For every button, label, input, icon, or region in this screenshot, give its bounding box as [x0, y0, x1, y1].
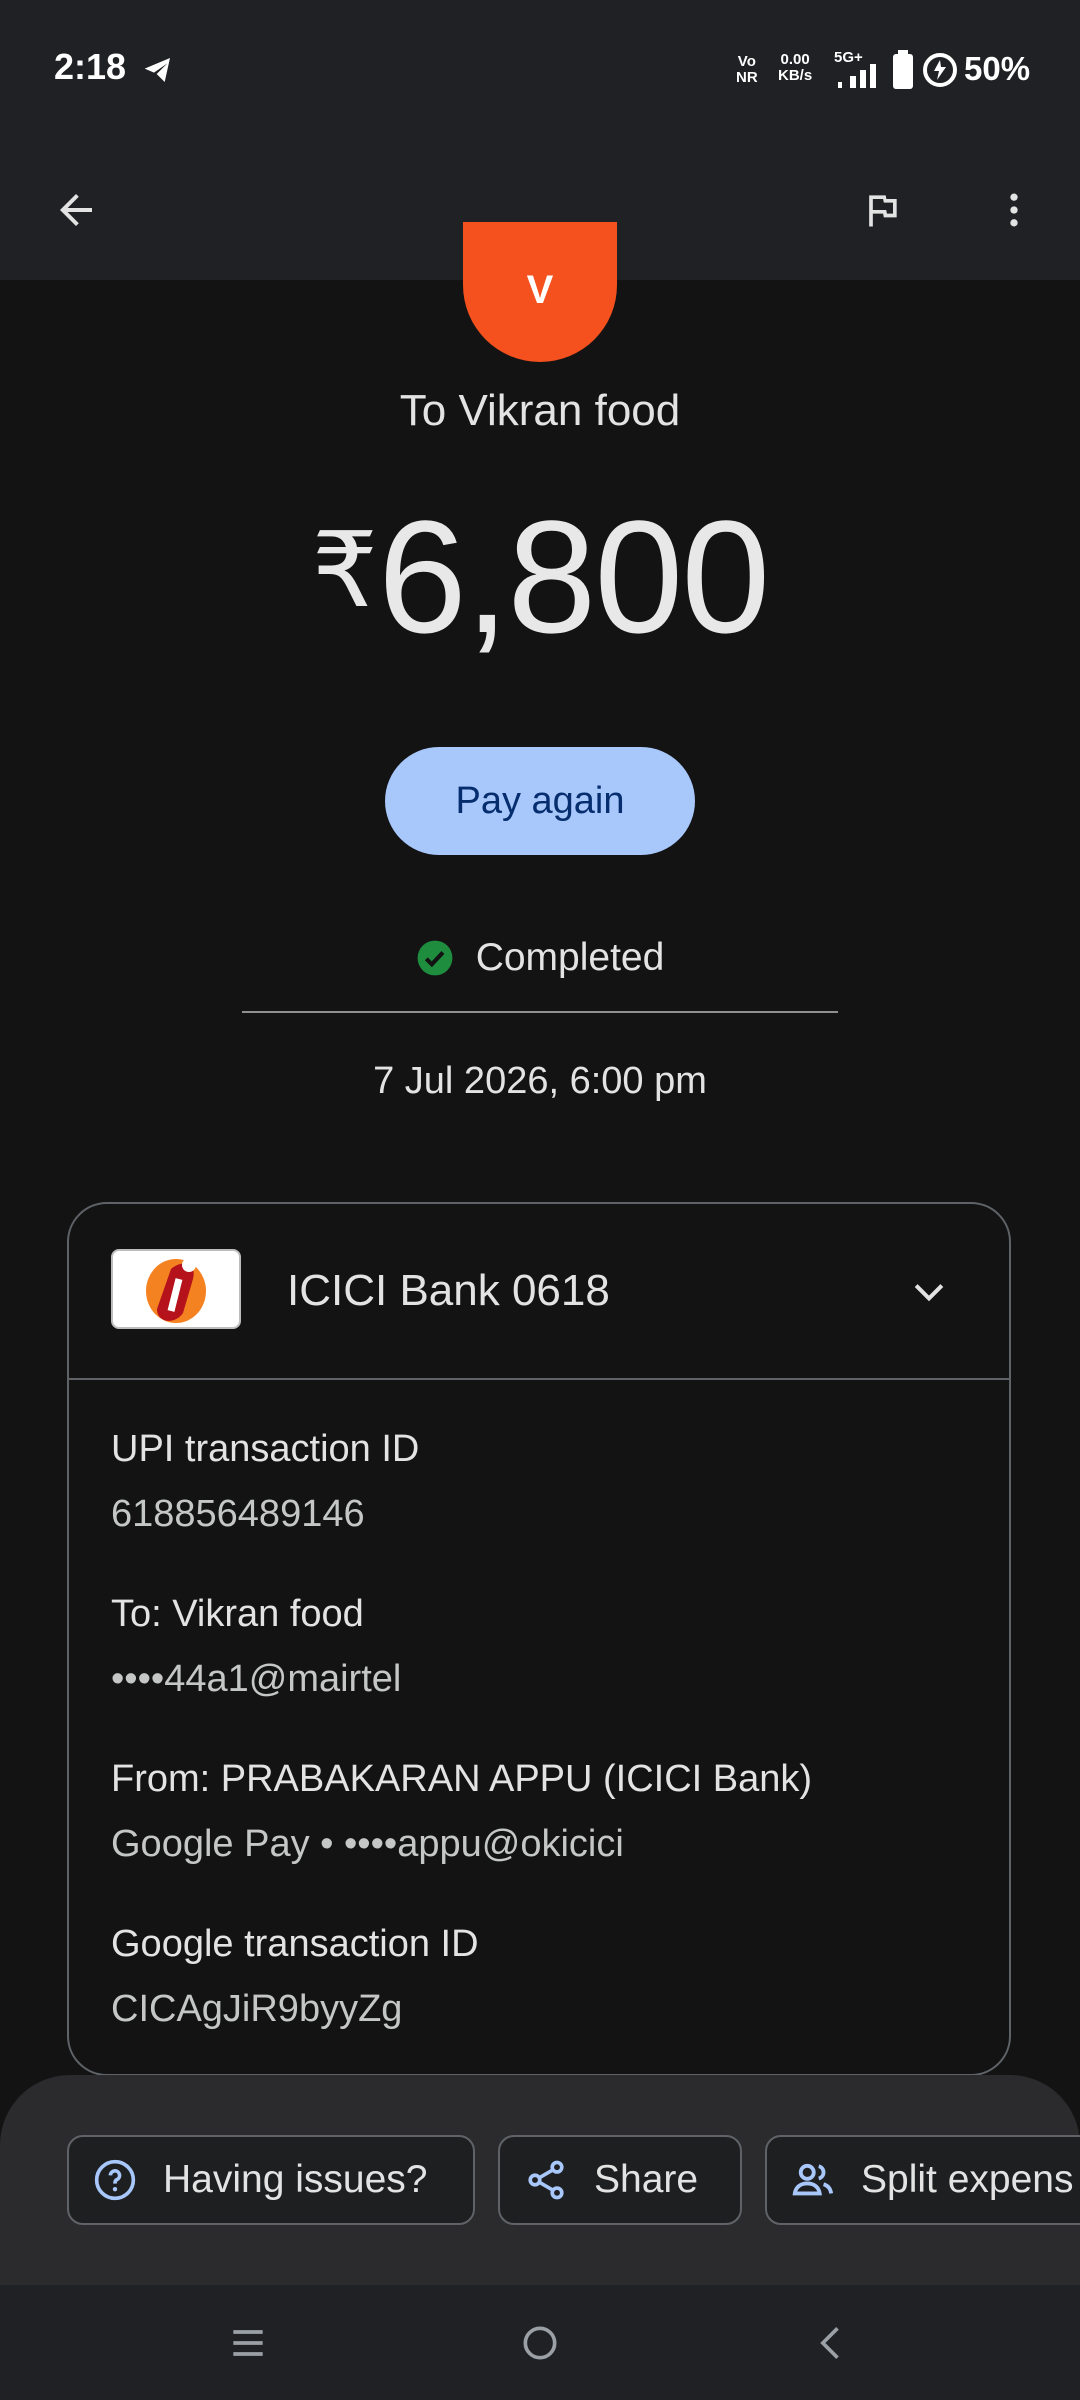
detail-value: Google Pay • ••••appu@okicici: [111, 1823, 624, 1865]
system-back-button[interactable]: [792, 2303, 872, 2383]
detail-value[interactable]: 618856489146: [111, 1493, 419, 1536]
home-circle-icon: [523, 2326, 557, 2360]
avatar: V: [463, 222, 617, 362]
battery-percent: 50%: [964, 50, 1031, 87]
chevron-down-icon: [914, 1284, 944, 1302]
system-navigation-bar: [0, 2285, 1080, 2400]
avatar-initial: V: [526, 268, 554, 312]
flag-icon: [869, 195, 897, 227]
signal-icon: [838, 64, 876, 88]
network-type-bottom: NR: [736, 69, 758, 86]
speed-unit: KB/s: [778, 67, 813, 84]
recents-button[interactable]: [208, 2303, 288, 2383]
detail-value: ••••44a1@mairtel: [111, 1658, 402, 1700]
divider: [242, 1011, 838, 1013]
detail-label: From: PRABAKARAN APPU (ICICI Bank): [111, 1758, 813, 1800]
payee-details: To: Vikran food ••••44a1@mairtel: [111, 1593, 401, 1701]
more-options-button[interactable]: [974, 170, 1054, 250]
back-button[interactable]: [36, 170, 116, 250]
status-bar: 2:18 Vo NR 0.00 KB/s 5G+ 50%: [0, 0, 1080, 140]
bank-name: ICICI Bank 0618: [287, 1266, 610, 1315]
split-expense-button[interactable]: Split expens: [765, 2135, 1080, 2225]
amount-value: 6,800: [377, 487, 770, 666]
help-circle-icon: [91, 2156, 139, 2204]
upi-transaction-id: UPI transaction ID 618856489146: [111, 1428, 419, 1536]
bank-account-row[interactable]: ICICI Bank 0618: [69, 1204, 1009, 1380]
transaction-datetime: 7 Jul 2026, 6:00 pm: [373, 1060, 707, 1102]
split-expense-label: Split expens: [861, 2158, 1074, 2201]
detail-label: UPI transaction ID: [111, 1428, 420, 1470]
payer-details: From: PRABAKARAN APPU (ICICI Bank) Googl…: [111, 1758, 812, 1866]
network-speed: 0.00 KB/s: [778, 52, 812, 84]
expand-button[interactable]: [889, 1252, 969, 1332]
transaction-details-card: ICICI Bank 0618 UPI transaction ID 61885…: [67, 1202, 1011, 2076]
detail-label: Google transaction ID: [111, 1923, 479, 1965]
having-issues-label: Having issues?: [163, 2158, 428, 2201]
share-button[interactable]: Share: [498, 2135, 742, 2225]
google-transaction-id: Google transaction ID CICAgJiR9byyZg: [111, 1923, 479, 2031]
menu-icon: [233, 2330, 263, 2356]
speed-value: 0.00: [780, 51, 810, 68]
people-icon: [789, 2156, 837, 2204]
detail-label: To: Vikran food: [111, 1593, 364, 1635]
currency-symbol: ₹: [311, 513, 378, 629]
icici-logo-icon: [111, 1249, 241, 1329]
payee-name: To Vikran food: [399, 386, 681, 435]
more-vertical-icon: [1010, 193, 1018, 227]
share-icon: [522, 2156, 570, 2204]
having-issues-button[interactable]: Having issues?: [67, 2135, 475, 2225]
battery-icon: [893, 50, 913, 89]
chevron-left-icon: [820, 2327, 839, 2359]
status-text: Completed: [475, 936, 665, 979]
network-type-top: Vo: [737, 53, 756, 70]
detail-value[interactable]: CICAgJiR9byyZg: [111, 1988, 479, 2031]
check-circle-icon: [417, 940, 453, 976]
telegram-icon: [144, 58, 170, 82]
share-label: Share: [594, 2158, 699, 2201]
network-type: Vo NR: [736, 54, 758, 86]
home-button[interactable]: [500, 2303, 580, 2383]
status-time: 2:18: [54, 46, 127, 87]
report-button[interactable]: [842, 170, 922, 250]
payment-status: Completed: [0, 936, 1080, 980]
data-saver-icon: [923, 53, 957, 87]
payment-amount: ₹6,800: [0, 485, 1080, 669]
arrow-left-icon: [60, 194, 92, 226]
pay-again-button[interactable]: Pay again: [385, 747, 695, 855]
action-bar: Having issues? Share Split expens: [0, 2075, 1080, 2285]
